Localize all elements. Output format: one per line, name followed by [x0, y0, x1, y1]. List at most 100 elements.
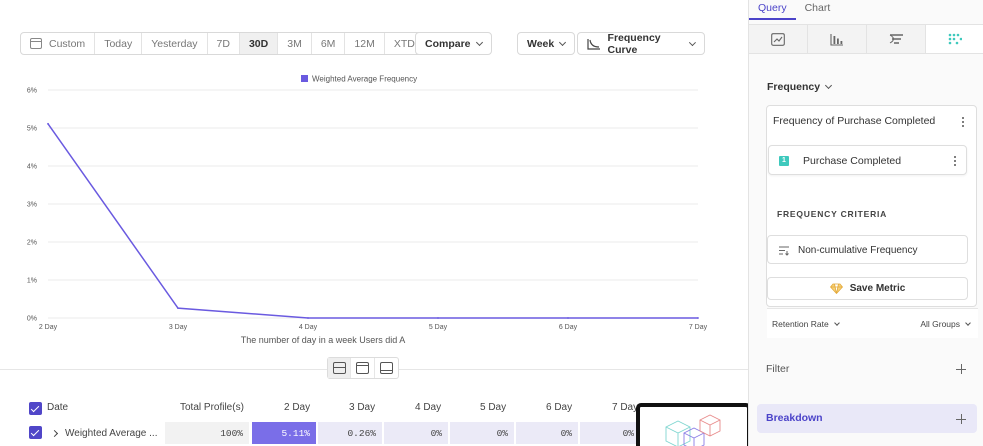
frequency-dots-icon — [948, 33, 962, 44]
metric-more-icon[interactable] — [962, 117, 965, 129]
header-5-day[interactable]: 5 Day — [480, 402, 506, 413]
y-tick-label: 2% — [27, 240, 37, 247]
chevron-down-icon — [833, 319, 840, 326]
select-all-checkbox[interactable] — [29, 402, 42, 415]
criteria-title: FREQUENCY CRITERIA — [777, 209, 888, 219]
header-6-day[interactable]: 6 Day — [546, 402, 572, 413]
x-tick-label: 7 Day — [689, 324, 708, 331]
save-metric-button[interactable]: Save Metric — [767, 277, 968, 300]
layout-chart-button[interactable] — [351, 358, 375, 378]
chart-type-dropdown[interactable]: Frequency Curve — [577, 31, 705, 56]
add-breakdown-icon[interactable] — [956, 414, 966, 424]
split-layout-icon — [332, 362, 346, 374]
retention-rate-dropdown[interactable]: Retention Rate — [772, 319, 840, 329]
main-panel: Custom Today Yesterday 7D 30D 3M 6M 12M … — [0, 0, 751, 446]
chevron-down-icon — [475, 38, 483, 46]
header-3-day[interactable]: 3 Day — [349, 402, 375, 413]
event-index-badge: 1 — [779, 156, 789, 166]
metric-options-row: Retention Rate All Groups — [767, 308, 978, 338]
layout-table-button[interactable] — [375, 358, 398, 378]
retention-label: Retention Rate — [772, 319, 829, 329]
header-4-day[interactable]: 4 Day — [415, 402, 441, 413]
x-tick-label: 2 Day — [39, 324, 58, 331]
funnel-analysis-button[interactable] — [867, 25, 926, 53]
x-tick-label: 6 Day — [559, 324, 578, 331]
breakdown-label: Breakdown — [766, 412, 823, 424]
30d-button[interactable]: 30D — [239, 33, 279, 54]
row-label: Weighted Average ... — [65, 427, 158, 439]
list-filter-icon — [779, 246, 789, 256]
custom-range-button[interactable]: Custom — [21, 33, 96, 54]
event-selector[interactable]: 1 Purchase Completed — [768, 145, 967, 175]
onboarding-popup[interactable] — [636, 403, 751, 446]
x-axis-title: The number of day in a week Users did A — [241, 335, 406, 345]
custom-label: Custom — [49, 37, 86, 50]
bar-analysis-button[interactable] — [808, 25, 867, 53]
criteria-selector[interactable]: Non-cumulative Frequency — [767, 235, 968, 264]
bar-chart-icon — [830, 33, 843, 46]
compare-dropdown[interactable]: Compare — [415, 32, 492, 55]
data-point — [437, 317, 439, 319]
3m-button[interactable]: 3M — [278, 33, 312, 54]
app-root: Custom Today Yesterday 7D 30D 3M 6M 12M … — [0, 0, 983, 446]
diamond-icon — [829, 283, 843, 294]
y-tick-label: 5% — [27, 126, 37, 133]
side-tabs: Query Chart — [749, 0, 983, 22]
event-name: Purchase Completed — [803, 155, 902, 167]
layout-split-button[interactable] — [328, 358, 352, 378]
cell-total: 100% — [165, 422, 249, 444]
chevron-down-icon — [825, 81, 833, 90]
cell-3-day: 0.26% — [318, 422, 382, 444]
frequency-line-chart: 0% 1% 2% 3% 4% 5% 6% 2 Day 3 Day 4 Day 5 Day 6 Day 7… — [27, 75, 708, 346]
groups-label: All Groups — [920, 319, 960, 329]
funnel-icon — [889, 33, 903, 44]
header-2-day[interactable]: 2 Day — [284, 402, 310, 413]
tab-query[interactable]: Query — [749, 0, 796, 20]
legend-label: Weighted Average Frequency — [312, 75, 417, 84]
groups-dropdown[interactable]: All Groups — [920, 319, 971, 329]
frequency-section-dropdown[interactable]: Frequency — [767, 81, 833, 93]
header-7-day[interactable]: 7 Day — [612, 402, 638, 413]
breakdown-row[interactable]: Breakdown — [757, 404, 977, 433]
12m-button[interactable]: 12M — [345, 33, 385, 54]
metric-name[interactable]: Frequency of Purchase Completed — [773, 115, 935, 127]
y-tick-label: 4% — [27, 164, 37, 171]
y-tick-label: 6% — [27, 88, 37, 95]
row-expand-toggle[interactable]: Weighted Average ... — [50, 422, 158, 444]
date-range-segment: Custom Today Yesterday 7D 30D 3M 6M 12M … — [20, 32, 436, 55]
interval-dropdown[interactable]: Week — [517, 32, 576, 55]
frequency-analysis-button[interactable] — [926, 25, 983, 53]
header-date[interactable]: Date — [47, 402, 68, 413]
frequency-curve-icon — [587, 38, 600, 50]
line-chart-icon — [771, 32, 785, 46]
chevron-down-icon — [965, 319, 971, 326]
chart-type-label: Frequency Curve — [607, 31, 661, 56]
cubes-illustration — [665, 414, 721, 446]
divider — [0, 369, 327, 370]
xtd-label: XTD — [393, 37, 415, 50]
compare-label: Compare — [425, 37, 471, 50]
query-side-panel: Query Chart Frequency Frequency of Purch… — [748, 0, 983, 446]
criteria-value: Non-cumulative Frequency — [798, 245, 918, 256]
6m-button[interactable]: 6M — [312, 33, 346, 54]
chevron-down-icon — [689, 38, 697, 46]
data-point — [307, 317, 309, 319]
tab-chart[interactable]: Chart — [796, 0, 840, 20]
header-total[interactable]: Total Profile(s) — [180, 402, 244, 413]
add-filter-icon[interactable] — [956, 364, 966, 374]
series-line — [47, 123, 698, 319]
filter-label: Filter — [766, 363, 790, 375]
x-tick-label: 5 Day — [429, 324, 448, 331]
7d-button[interactable]: 7D — [208, 33, 240, 54]
data-point — [567, 317, 569, 319]
trend-analysis-button[interactable] — [749, 25, 808, 53]
yesterday-button[interactable]: Yesterday — [142, 33, 208, 54]
event-more-icon[interactable] — [954, 156, 957, 168]
cell-4-day: 0% — [384, 422, 448, 444]
analysis-type-bar — [749, 24, 983, 54]
section-title: Frequency — [767, 81, 821, 93]
data-point — [177, 307, 179, 310]
row-checkbox[interactable] — [29, 426, 42, 439]
today-button[interactable]: Today — [95, 33, 143, 54]
chevron-right-icon — [50, 429, 59, 437]
